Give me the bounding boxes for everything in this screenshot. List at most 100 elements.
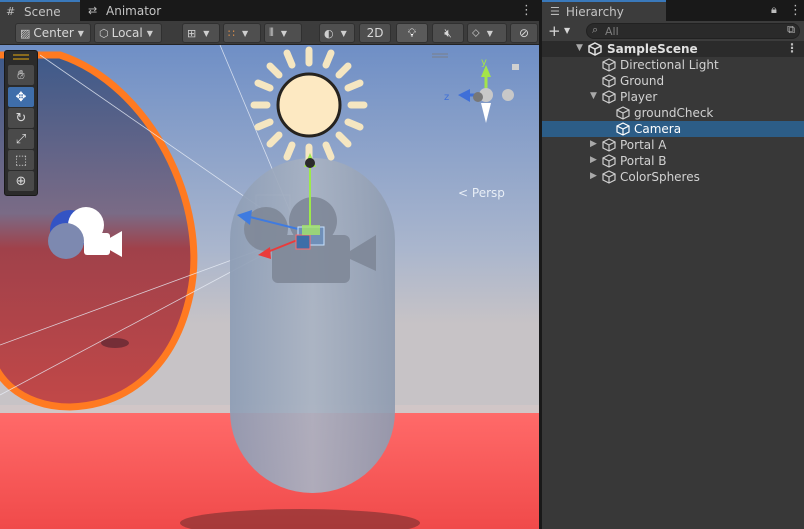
animator-icon: ⇄ (88, 4, 98, 17)
directional-light-icon (250, 46, 368, 164)
toggle-2d-label: 2D (366, 26, 384, 40)
add-button[interactable]: + (548, 22, 561, 40)
move-tool-button[interactable]: ✥ (8, 87, 34, 107)
gameobject-icon (602, 74, 616, 88)
tab-animator-label: Animator (106, 3, 162, 18)
item-label: Camera (634, 122, 682, 136)
scale-tool-button[interactable]: ⤢ (8, 129, 34, 149)
foldout-open-icon[interactable]: ▼ (576, 43, 583, 53)
chevron-down-icon: ▼ (146, 28, 153, 38)
hierarchy-item-colorspheres[interactable]: ▶ ColorSpheres (542, 169, 804, 185)
search-icon: ⌕ (592, 23, 599, 36)
gameobject-icon (616, 106, 630, 120)
item-label: Portal A (620, 138, 667, 152)
audio-toggle-button[interactable]: 🔇︎ (432, 23, 464, 43)
gizmo-z-label: z (444, 92, 449, 103)
lightbulb-icon: 💡︎ (407, 25, 417, 40)
chevron-down-icon: ▼ (340, 28, 347, 38)
increment-snap-icon: ⦀ (269, 26, 274, 39)
grid-icon: # (6, 5, 16, 18)
item-label: Portal B (620, 154, 667, 168)
gameobject-icon (602, 58, 616, 72)
hierarchy-item-portal-a[interactable]: ▶ Portal A (542, 137, 804, 153)
foldout-closed-icon[interactable]: ▶ (590, 171, 597, 181)
tab-scene-label: Scene (24, 4, 61, 19)
hand-icon: ✋︎ (17, 67, 25, 83)
transform-tool-button[interactable]: ⊕ (8, 171, 34, 191)
increment-snap-button[interactable]: ⦀ ▼ (264, 23, 302, 43)
lighting-toggle-button[interactable]: 💡︎ (396, 23, 428, 43)
speaker-muted-icon: 🔇︎ (444, 25, 452, 40)
toggle-2d-button[interactable]: 2D (359, 23, 391, 43)
foldout-closed-icon[interactable]: ▶ (590, 139, 597, 149)
search-field[interactable]: ⌕ ⧉ (586, 23, 800, 39)
tab-animator[interactable]: ⇄ Animator (82, 0, 162, 21)
hierarchy-item-groundcheck[interactable]: groundCheck (542, 105, 804, 121)
hand-tool-button[interactable]: ✋︎ (8, 65, 34, 85)
projection-toggle[interactable]: < Persp (458, 186, 505, 200)
rect-icon: ⬚ (14, 152, 28, 168)
local-space-icon: ⬡ (99, 26, 109, 40)
search-options-icon[interactable]: ⧉ (787, 23, 795, 37)
layers-icon: ⬦ (472, 26, 480, 39)
palette-grip-icon[interactable] (13, 54, 29, 60)
move-icon: ✥ (15, 89, 27, 105)
hidden-objects-toggle[interactable]: ⊘ (510, 23, 538, 43)
grid-visibility-button[interactable]: ∷ ▼ (223, 23, 261, 43)
hierarchy-item-camera[interactable]: Camera (542, 121, 804, 137)
unity-scene-icon (588, 42, 602, 56)
pivot-dropdown[interactable]: ▨ Center ▼ (15, 23, 91, 43)
tab-scene[interactable]: # Scene (0, 0, 80, 21)
scene-render: y z (0, 45, 539, 529)
scene-name: SampleScene (607, 42, 698, 56)
gameobject-icon (602, 154, 616, 168)
hierarchy-item-ground[interactable]: Ground (542, 73, 804, 89)
rotate-tool-button[interactable]: ↻ (8, 108, 34, 128)
chevron-down-icon[interactable]: ▼ (564, 26, 570, 35)
tab-hierarchy[interactable]: ☰ Hierarchy (542, 0, 666, 21)
gameobject-icon (616, 122, 630, 136)
space-label: Local (111, 26, 143, 40)
rotate-icon: ↻ (15, 110, 27, 126)
hierarchy-item-player[interactable]: ▼ Player (542, 89, 804, 105)
grid-visibility-icon: ∷ (228, 26, 235, 40)
hierarchy-toolbar: + ▼ ⌕ ⧉ (542, 21, 804, 41)
list-icon: ☰ (550, 5, 560, 18)
gameobject-icon (602, 138, 616, 152)
scene-root-row[interactable]: ▼ SampleScene ⋮ (542, 41, 804, 57)
chevron-down-icon: ▼ (486, 28, 493, 38)
foldout-closed-icon[interactable]: ▶ (590, 155, 597, 165)
grid-snap-button[interactable]: ⊞ ▼ (182, 23, 220, 43)
scene-menu-icon[interactable]: ⋮ (786, 41, 798, 55)
scene-panel: # Scene ⇄ Animator ⋮ ▨ Center ▼ ⬡ Local … (0, 0, 539, 529)
transform-icon: ⊕ (15, 173, 27, 189)
hierarchy-tree: ▼ SampleScene ⋮ Directional Light Ground… (542, 41, 804, 185)
projection-chevron-icon: < (458, 186, 469, 200)
scene-viewport[interactable]: y z < Persp (0, 45, 539, 529)
scene-menu-icon[interactable]: ⋮ (520, 3, 533, 18)
lock-icon[interactable]: 🔒︎ (771, 3, 777, 17)
eye-slash-icon: ⊘ (518, 26, 530, 40)
scene-toolbar: ▨ Center ▼ ⬡ Local ▼ ⊞ ▼ ∷ ▼ ⦀ ▼ ◐ ▼ 2D … (0, 21, 539, 45)
scale-icon: ⤢ (15, 131, 27, 147)
gizmo-lock-icon (512, 64, 519, 70)
chevron-down-icon: ▼ (280, 28, 287, 38)
hierarchy-tabbar: ☰ Hierarchy 🔒︎ ⋮ (542, 0, 804, 21)
hierarchy-item-portal-b[interactable]: ▶ Portal B (542, 153, 804, 169)
search-input[interactable] (605, 24, 775, 38)
space-dropdown[interactable]: ⬡ Local ▼ (94, 23, 162, 43)
item-label: Directional Light (620, 58, 719, 72)
rect-tool-button[interactable]: ⬚ (8, 150, 34, 170)
hierarchy-item-directional-light[interactable]: Directional Light (542, 57, 804, 73)
gameobject-icon (602, 170, 616, 184)
scene-tabbar: # Scene ⇄ Animator ⋮ (0, 0, 539, 21)
foldout-open-icon[interactable]: ▼ (590, 91, 597, 101)
gizmo-y-label: y (481, 57, 487, 68)
tools-palette: ✋︎ ✥ ↻ ⤢ ⬚ ⊕ (4, 50, 38, 196)
draw-mode-dropdown[interactable]: ◐ ▼ (319, 23, 355, 43)
hierarchy-menu-icon[interactable]: ⋮ (789, 3, 802, 18)
effects-dropdown[interactable]: ⬦ ▼ (467, 23, 507, 43)
tab-hierarchy-label: Hierarchy (565, 4, 624, 19)
item-label: Ground (620, 74, 665, 88)
shaded-sphere-icon: ◐ (324, 26, 334, 40)
